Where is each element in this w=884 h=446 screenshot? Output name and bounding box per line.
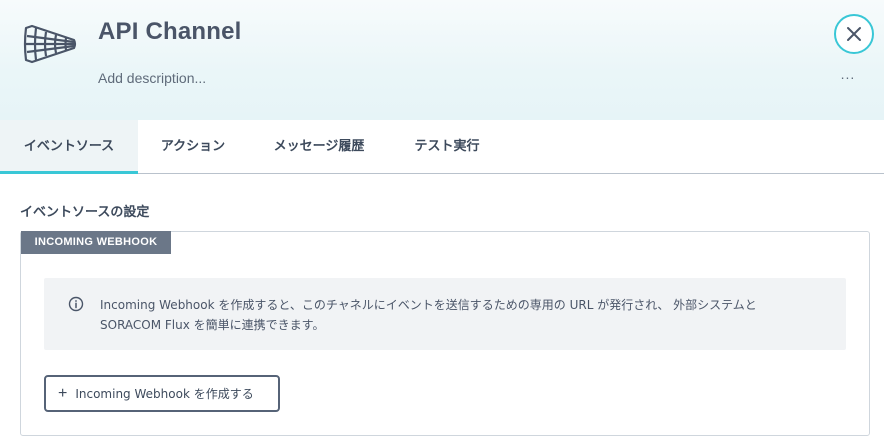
page-title: API Channel (98, 18, 242, 45)
info-icon (68, 296, 84, 312)
tab-bar: イベントソース アクション メッセージ履歴 テスト実行 (0, 120, 884, 174)
funnel-net-icon (23, 24, 77, 64)
plus-icon: + (58, 384, 68, 402)
description-field[interactable]: Add description... (98, 70, 206, 86)
tab-test-run[interactable]: テスト実行 (390, 120, 504, 174)
close-icon (847, 27, 861, 41)
info-text-line-2: SORACOM Flux を簡単に連携できます。 (100, 318, 325, 332)
section-title: イベントソースの設定 (20, 205, 150, 220)
more-options-button[interactable]: ... (838, 66, 858, 86)
close-button[interactable] (834, 14, 874, 54)
create-webhook-button[interactable]: + Incoming Webhook を作成する (44, 375, 280, 412)
create-webhook-label: Incoming Webhook を作成する (75, 387, 254, 401)
tab-event-source[interactable]: イベントソース (0, 120, 138, 174)
card-badge: INCOMING WEBHOOK (21, 231, 171, 254)
tab-message-history[interactable]: メッセージ履歴 (248, 120, 390, 174)
channel-header: API Channel Add description... ... (0, 0, 884, 120)
info-text-line-1: Incoming Webhook を作成すると、このチャネルにイベントを送信する… (100, 298, 757, 312)
info-text: Incoming Webhook を作成すると、このチャネルにイベントを送信する… (100, 295, 830, 335)
tab-action[interactable]: アクション (138, 120, 248, 174)
